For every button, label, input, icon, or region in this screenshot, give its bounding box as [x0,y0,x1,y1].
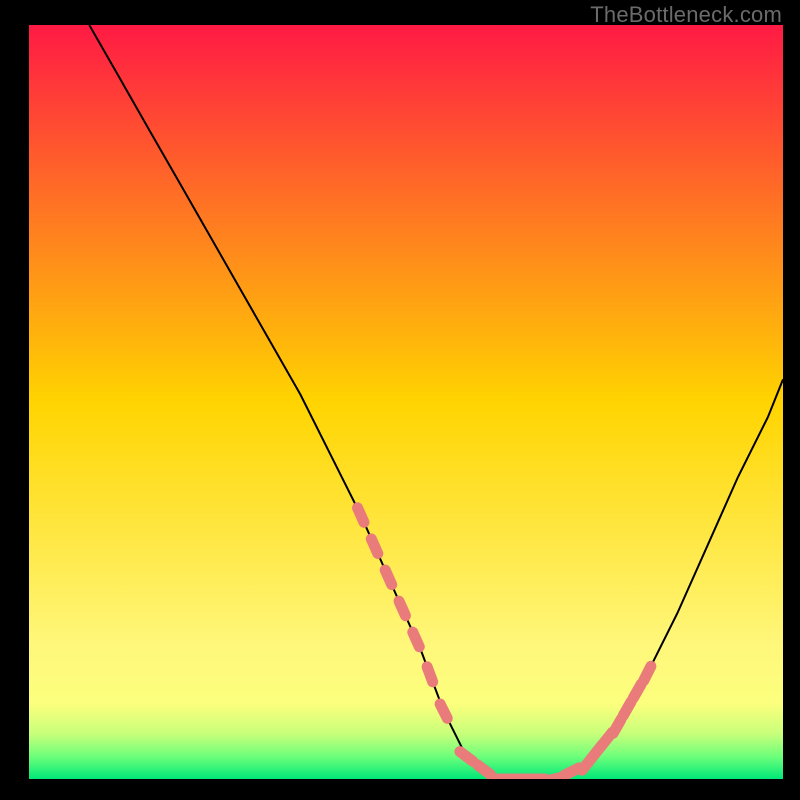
marker-pill [644,666,651,680]
marker-pill [547,777,563,779]
chart-background-gradient [29,25,783,779]
chart-svg [29,25,783,779]
marker-pill [613,719,621,733]
marker-pill [460,752,473,762]
marker-pill [478,765,491,775]
marker-pill [633,684,641,698]
marker-pill [358,508,365,523]
marker-pill [413,632,420,647]
marker-pill [623,702,631,716]
marker-pill [385,570,392,585]
marker-pill [371,539,378,554]
chart-plot-area [29,25,783,779]
marker-pill [399,601,406,616]
marker-pill [427,667,433,682]
marker-pill [440,704,447,718]
